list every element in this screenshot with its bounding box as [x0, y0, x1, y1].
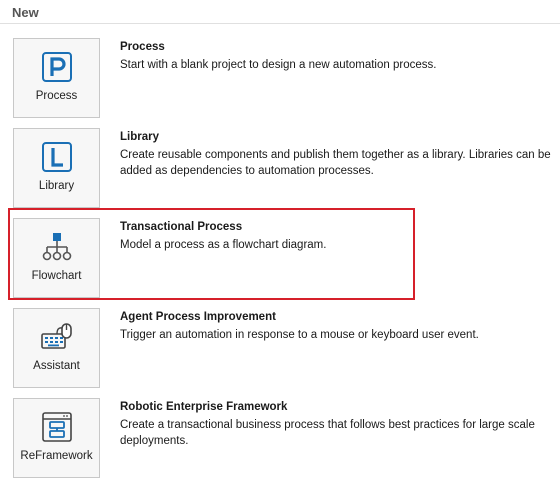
section-header: New	[12, 5, 39, 20]
tile-label: ReFramework	[20, 450, 93, 462]
tile-label: Library	[38, 180, 75, 192]
section-divider	[0, 23, 560, 24]
template-description: Model a process as a flowchart diagram.	[120, 239, 327, 251]
template-title: Library	[120, 131, 159, 143]
tile-label: Flowchart	[31, 270, 82, 282]
template-row-library: Library Library Create reusable componen…	[0, 128, 560, 212]
library-tile[interactable]: Library	[13, 128, 100, 208]
template-description: Create a transactional business process …	[120, 419, 535, 447]
template-title: Transactional Process	[120, 221, 243, 233]
flowchart-icon	[42, 233, 72, 261]
flowchart-tile[interactable]: Flowchart	[13, 218, 100, 298]
template-title: Process	[120, 41, 165, 53]
template-description: Create reusable components and publish t…	[120, 149, 551, 177]
library-icon	[42, 142, 72, 172]
reframework-tile[interactable]: ReFramework	[13, 398, 100, 478]
assistant-icon	[41, 323, 72, 349]
template-row-process: Process Process Start with a blank proje…	[0, 38, 560, 122]
tile-label: Assistant	[33, 360, 80, 372]
process-tile[interactable]: Process	[13, 38, 100, 118]
template-row-transactional-process: Flowchart Transactional Process Model a …	[0, 218, 560, 302]
template-description: Trigger an automation in response to a m…	[120, 329, 479, 341]
template-description: Start with a blank project to design a n…	[120, 59, 437, 71]
template-title: Agent Process Improvement	[120, 311, 276, 323]
process-icon	[42, 52, 72, 82]
reframework-icon	[42, 412, 72, 442]
assistant-tile[interactable]: Assistant	[13, 308, 100, 388]
tile-label: Process	[35, 90, 78, 102]
template-row-reframework: ReFramework Robotic Enterprise Framework…	[0, 398, 560, 482]
template-row-agent-process-improvement: Assistant Agent Process Improvement Trig…	[0, 308, 560, 392]
template-title: Robotic Enterprise Framework	[120, 401, 288, 413]
